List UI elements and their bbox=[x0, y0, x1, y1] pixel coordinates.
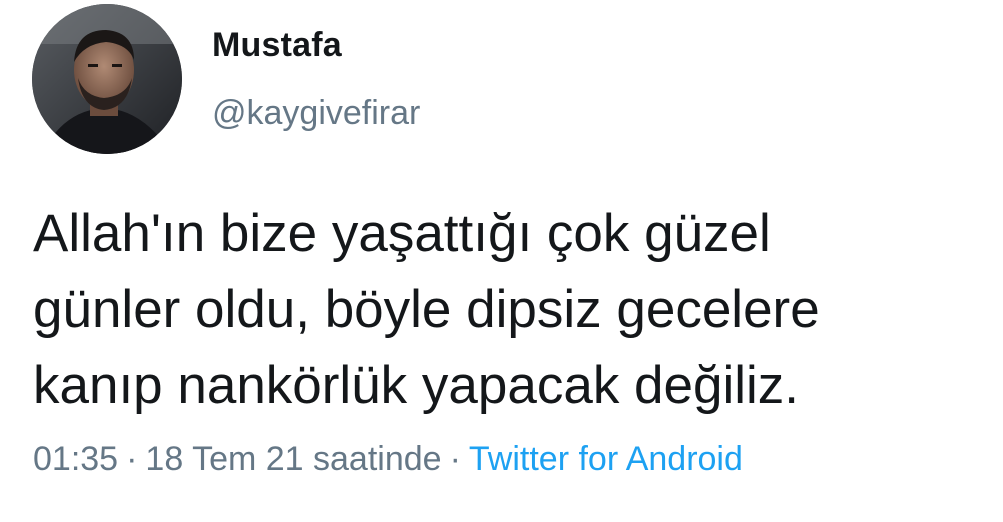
meta-separator: · bbox=[449, 440, 461, 478]
avatar-photo-icon bbox=[32, 4, 182, 154]
user-handle[interactable]: @kaygivefirar bbox=[212, 94, 420, 133]
tweet-source-link[interactable]: Twitter for Android bbox=[469, 440, 743, 478]
tweet-card: Mustafa @kaygivefirar Allah'ın bize yaşa… bbox=[0, 0, 1003, 522]
tweet-meta: 01:35 · 18 Tem 21 saatinde · Twitter for And… bbox=[33, 440, 743, 479]
tweet-text: Allah'ın bize yaşattığı çok güzel günler… bbox=[33, 204, 820, 415]
meta-separator: · bbox=[126, 440, 138, 478]
tweet-time[interactable]: 01:35 bbox=[33, 440, 118, 478]
avatar[interactable] bbox=[32, 4, 182, 154]
display-name[interactable]: Mustafa bbox=[212, 26, 342, 65]
tweet-date[interactable]: 18 Tem 21 saatinde bbox=[145, 440, 441, 478]
